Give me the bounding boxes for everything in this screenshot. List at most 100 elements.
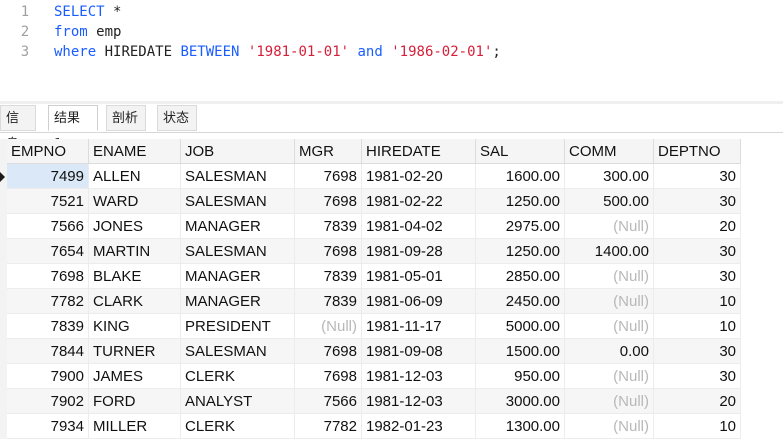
cell-empno[interactable]: 7900 <box>7 364 89 389</box>
cell-comm[interactable]: (Null) <box>565 214 654 239</box>
cell-empno[interactable]: 7934 <box>7 414 89 439</box>
cell-empno[interactable]: 7499 <box>7 164 89 189</box>
cell-ename[interactable]: ALLEN <box>89 164 181 189</box>
cell-comm[interactable]: (Null) <box>565 314 654 339</box>
cell-mgr[interactable]: 7698 <box>295 364 362 389</box>
cell-deptno[interactable]: 30 <box>654 189 741 214</box>
cell-deptno[interactable]: 30 <box>654 364 741 389</box>
cell-empno[interactable]: 7782 <box>7 289 89 314</box>
cell-comm[interactable]: (Null) <box>565 364 654 389</box>
cell-deptno[interactable]: 10 <box>654 314 741 339</box>
tab-info[interactable]: 信息 <box>0 105 36 152</box>
cell-ename[interactable]: MILLER <box>89 414 181 439</box>
cell-mgr[interactable]: 7698 <box>295 239 362 264</box>
cell-empno[interactable]: 7654 <box>7 239 89 264</box>
cell-ename[interactable]: FORD <box>89 389 181 414</box>
cell-empno[interactable]: 7566 <box>7 214 89 239</box>
cell-job[interactable]: MANAGER <box>181 264 295 289</box>
cell-job[interactable]: ANALYST <box>181 389 295 414</box>
cell-comm[interactable]: 1400.00 <box>565 239 654 264</box>
cell-sal[interactable]: 1500.00 <box>476 339 565 364</box>
cell-hiredate[interactable]: 1981-11-17 <box>362 314 476 339</box>
tab-result-1[interactable]: 结果 1 <box>48 105 98 152</box>
cell-job[interactable]: MANAGER <box>181 214 295 239</box>
cell-job[interactable]: SALESMAN <box>181 189 295 214</box>
cell-ename[interactable]: JAMES <box>89 364 181 389</box>
cell-mgr[interactable]: 7698 <box>295 164 362 189</box>
cell-mgr[interactable]: 7839 <box>295 264 362 289</box>
column-header-sal[interactable]: SAL <box>476 139 565 164</box>
cell-sal[interactable]: 1250.00 <box>476 239 565 264</box>
cell-ename[interactable]: CLARK <box>89 289 181 314</box>
cell-deptno[interactable]: 10 <box>654 289 741 314</box>
cell-job[interactable]: SALESMAN <box>181 239 295 264</box>
cell-mgr[interactable]: 7698 <box>295 339 362 364</box>
cell-deptno[interactable]: 20 <box>654 389 741 414</box>
cell-job[interactable]: SALESMAN <box>181 164 295 189</box>
cell-ename[interactable]: WARD <box>89 189 181 214</box>
cell-hiredate[interactable]: 1981-12-03 <box>362 389 476 414</box>
cell-sal[interactable]: 2450.00 <box>476 289 565 314</box>
cell-mgr[interactable]: 7839 <box>295 289 362 314</box>
cell-mgr[interactable]: 7566 <box>295 389 362 414</box>
cell-hiredate[interactable]: 1981-09-28 <box>362 239 476 264</box>
tab-profile[interactable]: 剖析 <box>106 105 146 131</box>
cell-hiredate[interactable]: 1981-09-08 <box>362 339 476 364</box>
cell-empno[interactable]: 7902 <box>7 389 89 414</box>
column-header-ename[interactable]: ENAME <box>89 139 181 164</box>
result-grid[interactable]: EMPNO ENAME JOB MGR HIREDATE SAL COMM DEPTNO 749… <box>0 139 783 440</box>
cell-hiredate[interactable]: 1981-02-20 <box>362 164 476 189</box>
column-header-hiredate[interactable]: HIREDATE <box>362 139 476 164</box>
cell-hiredate[interactable]: 1981-06-09 <box>362 289 476 314</box>
cell-empno[interactable]: 7839 <box>7 314 89 339</box>
cell-ename[interactable]: JONES <box>89 214 181 239</box>
cell-comm[interactable]: (Null) <box>565 414 654 439</box>
cell-job[interactable]: CLERK <box>181 414 295 439</box>
cell-sal[interactable]: 950.00 <box>476 364 565 389</box>
cell-empno[interactable]: 7844 <box>7 339 89 364</box>
cell-mgr[interactable]: 7782 <box>295 414 362 439</box>
tab-status[interactable]: 状态 <box>157 105 197 131</box>
cell-mgr[interactable]: (Null) <box>295 314 362 339</box>
cell-hiredate[interactable]: 1981-04-02 <box>362 214 476 239</box>
cell-sal[interactable]: 1600.00 <box>476 164 565 189</box>
cell-deptno[interactable]: 30 <box>654 264 741 289</box>
sql-editor[interactable]: 1 SELECT * 2 from emp 3 where HIREDATE BETWEE… <box>0 0 783 101</box>
cell-comm[interactable]: 500.00 <box>565 189 654 214</box>
cell-mgr[interactable]: 7839 <box>295 214 362 239</box>
cell-empno[interactable]: 7698 <box>7 264 89 289</box>
cell-sal[interactable]: 2975.00 <box>476 214 565 239</box>
cell-sal[interactable]: 1300.00 <box>476 414 565 439</box>
column-header-mgr[interactable]: MGR <box>295 139 362 164</box>
cell-sal[interactable]: 3000.00 <box>476 389 565 414</box>
cell-hiredate[interactable]: 1981-12-03 <box>362 364 476 389</box>
cell-comm[interactable]: (Null) <box>565 289 654 314</box>
cell-sal[interactable]: 1250.00 <box>476 189 565 214</box>
cell-ename[interactable]: KING <box>89 314 181 339</box>
cell-ename[interactable]: MARTIN <box>89 239 181 264</box>
column-header-comm[interactable]: COMM <box>565 139 654 164</box>
cell-hiredate[interactable]: 1982-01-23 <box>362 414 476 439</box>
cell-deptno[interactable]: 30 <box>654 164 741 189</box>
cell-comm[interactable]: (Null) <box>565 389 654 414</box>
column-header-job[interactable]: JOB <box>181 139 295 164</box>
cell-ename[interactable]: BLAKE <box>89 264 181 289</box>
cell-sal[interactable]: 5000.00 <box>476 314 565 339</box>
cell-empno[interactable]: 7521 <box>7 189 89 214</box>
cell-hiredate[interactable]: 1981-02-22 <box>362 189 476 214</box>
cell-comm[interactable]: (Null) <box>565 264 654 289</box>
cell-job[interactable]: PRESIDENT <box>181 314 295 339</box>
cell-deptno[interactable]: 30 <box>654 339 741 364</box>
cell-deptno[interactable]: 20 <box>654 214 741 239</box>
cell-sal[interactable]: 2850.00 <box>476 264 565 289</box>
column-header-empno[interactable]: EMPNO <box>7 139 89 164</box>
cell-deptno[interactable]: 10 <box>654 414 741 439</box>
cell-deptno[interactable]: 30 <box>654 239 741 264</box>
cell-comm[interactable]: 300.00 <box>565 164 654 189</box>
cell-job[interactable]: CLERK <box>181 364 295 389</box>
cell-hiredate[interactable]: 1981-05-01 <box>362 264 476 289</box>
cell-mgr[interactable]: 7698 <box>295 189 362 214</box>
column-header-deptno[interactable]: DEPTNO <box>654 139 741 164</box>
cell-comm[interactable]: 0.00 <box>565 339 654 364</box>
cell-job[interactable]: SALESMAN <box>181 339 295 364</box>
